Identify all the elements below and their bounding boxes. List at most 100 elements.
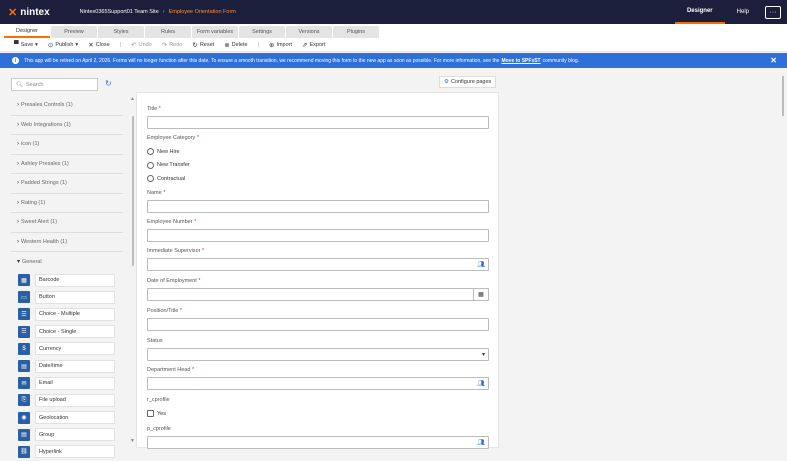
save-button[interactable]: ▀ Save ▾ [14,41,38,48]
people-picker-icon[interactable]: 👥︎ [477,439,485,446]
control-email[interactable]: ✉ Email [11,375,123,392]
import-button[interactable]: ⊕ Import [269,41,292,49]
delete-button[interactable]: ⊗ Delete [224,41,247,49]
banner-link[interactable]: Move to SPFxST [501,58,540,64]
tab-versions[interactable]: Versions [286,26,332,38]
sidebar-scroll-thumb[interactable] [132,116,134,266]
group-rating[interactable]: › Rating (1) [11,193,123,213]
control-geolocation[interactable]: ◉ Geolocation [11,409,123,426]
group-western-health[interactable]: › Western Health (1) [11,232,123,252]
radio-new-transfer[interactable]: New Transfer [147,159,489,173]
refresh-icon[interactable]: ↻ [105,79,112,88]
control-barcode[interactable]: ▦ Barcode [11,272,123,289]
page-scrollbar[interactable] [781,70,785,448]
save-icon: ▀ [14,41,19,48]
name-input[interactable] [147,200,489,213]
control-button[interactable]: ▭ Button [11,289,123,306]
group-sweet-alert[interactable]: › Sweet Alert (1) [11,213,123,233]
group-padded-strings[interactable]: › Padded Strings (1) [11,174,123,194]
logo-text: nintex [20,6,50,18]
p-cprofile-people-picker[interactable]: 👥︎ [147,436,489,449]
status-select[interactable]: ▾ [147,348,489,361]
group-label: Padded Strings (1) [21,180,67,187]
people-picker-icon[interactable]: 👥︎ [477,380,485,387]
chevron-right-icon: › [17,238,19,245]
chevron-down-icon: ▾ [17,259,21,266]
supervisor-people-picker[interactable]: 👥︎ [147,258,489,271]
field-label: Position/Title * [147,308,182,314]
control-currency[interactable]: $ Currency [11,340,123,357]
toolbar-divider: | [257,41,259,48]
tab-designer[interactable]: Designer [4,26,50,38]
export-button[interactable]: ⇗ Export [302,41,325,49]
position-title-field: Position/Title * [147,308,489,331]
close-button[interactable]: ✕ Close [88,41,110,49]
redo-button[interactable]: ↷ Redo [162,41,183,49]
tab-plugins[interactable]: Plugins [333,26,379,38]
configure-pages-button[interactable]: ⚙ Configure pages [439,76,497,88]
field-label: Title * [147,106,161,112]
page-scroll-thumb[interactable] [782,76,784,116]
tab-settings[interactable]: Settings [239,26,285,38]
scroll-down-icon[interactable]: ▼ [130,438,135,444]
control-file-upload[interactable]: ⎘ File upload [11,392,123,409]
group-presales-controls[interactable]: › Presales Controls (1) [11,96,123,116]
toolbar-divider: | [119,41,122,48]
department-head-field: Department Head * 👥︎ [147,367,489,390]
employee-number-field: Employee Number * [147,219,489,242]
export-label: Export [309,41,326,48]
search-input[interactable]: 🔍︎ Search [11,78,98,91]
breadcrumb-form[interactable]: Employee Orientation Form [169,9,236,15]
designer-tabs: Designer Preview Styles Rules Form varia… [0,24,787,38]
publish-button[interactable]: ⊙ Publish ▾ [48,41,78,49]
group-ashley-presales[interactable]: › Ashley Presales (1) [11,154,123,174]
banner-text-end: community blog. [542,57,580,64]
chevron-down-icon: ▾ [75,41,79,48]
group-general[interactable]: ▾ General [11,252,123,272]
group-label: Western Health (1) [21,238,68,245]
designer-link[interactable]: Designer [674,0,725,24]
tab-form-variables[interactable]: Form variables [192,26,238,38]
control-choice-single[interactable]: ☰ Choice - Single [11,323,123,340]
tab-rules[interactable]: Rules [145,26,191,38]
chevron-down-icon: ▾ [35,41,38,48]
help-link[interactable]: Help [725,0,761,24]
group-icon[interactable]: › icon (1) [11,135,123,155]
radio-circle-icon [147,161,154,169]
date-of-employment-input[interactable]: ▦ [147,288,489,301]
undo-button[interactable]: ↶ Undo [131,41,152,49]
people-picker-icon[interactable]: 👥︎ [477,261,485,268]
group-label: Rating (1) [21,199,46,206]
scroll-up-icon[interactable]: ▲ [130,96,135,102]
control-hyperlink[interactable]: ⛓ Hyperlink [11,443,123,460]
tab-preview[interactable]: Preview [51,26,97,38]
position-title-input[interactable] [147,318,489,331]
radio-contractual[interactable]: Contractual [147,172,489,186]
control-datetime[interactable]: ▤ Date/time [11,357,123,374]
sidebar-scrollbar[interactable]: ▲ ▼ [130,96,135,448]
button-icon: ▭ [18,291,30,304]
checkbox-yes[interactable]: Yes [147,407,489,421]
control-choice-multiple[interactable]: ☰ Choice - Multiple [11,306,123,323]
reset-button[interactable]: ↻ Reset [192,41,214,49]
choice-multiple-icon: ☰ [18,308,30,321]
banner-close-icon[interactable]: ✕ [770,56,777,65]
export-icon: ⇗ [302,41,308,49]
more-menu-button[interactable]: ··· [765,5,781,19]
employee-number-input[interactable] [147,229,489,242]
group-web-integrations[interactable]: › Web Integrations (1) [11,115,123,135]
title-input[interactable] [147,116,489,129]
breadcrumb-site[interactable]: Nintex0365Support01 Team Site [80,9,159,15]
configure-pages-label: Configure pages [450,79,492,85]
department-head-people-picker[interactable]: 👥︎ [147,377,489,390]
control-group[interactable]: ▤ Group [11,426,123,443]
control-label: Button [35,290,115,304]
publish-label: Publish [55,41,74,48]
chevron-right-icon: › [17,102,19,109]
tab-styles[interactable]: Styles [98,26,144,38]
radio-new-hire[interactable]: New Hire [147,145,489,159]
nintex-logo[interactable]: ✕ nintex [8,6,50,19]
breadcrumb-separator-icon: › [162,9,165,15]
calendar-icon[interactable]: ▦ [473,289,488,300]
controls-sidebar: 🔍︎ Search ↻ › Presales Controls (1) › Web … [11,76,135,459]
